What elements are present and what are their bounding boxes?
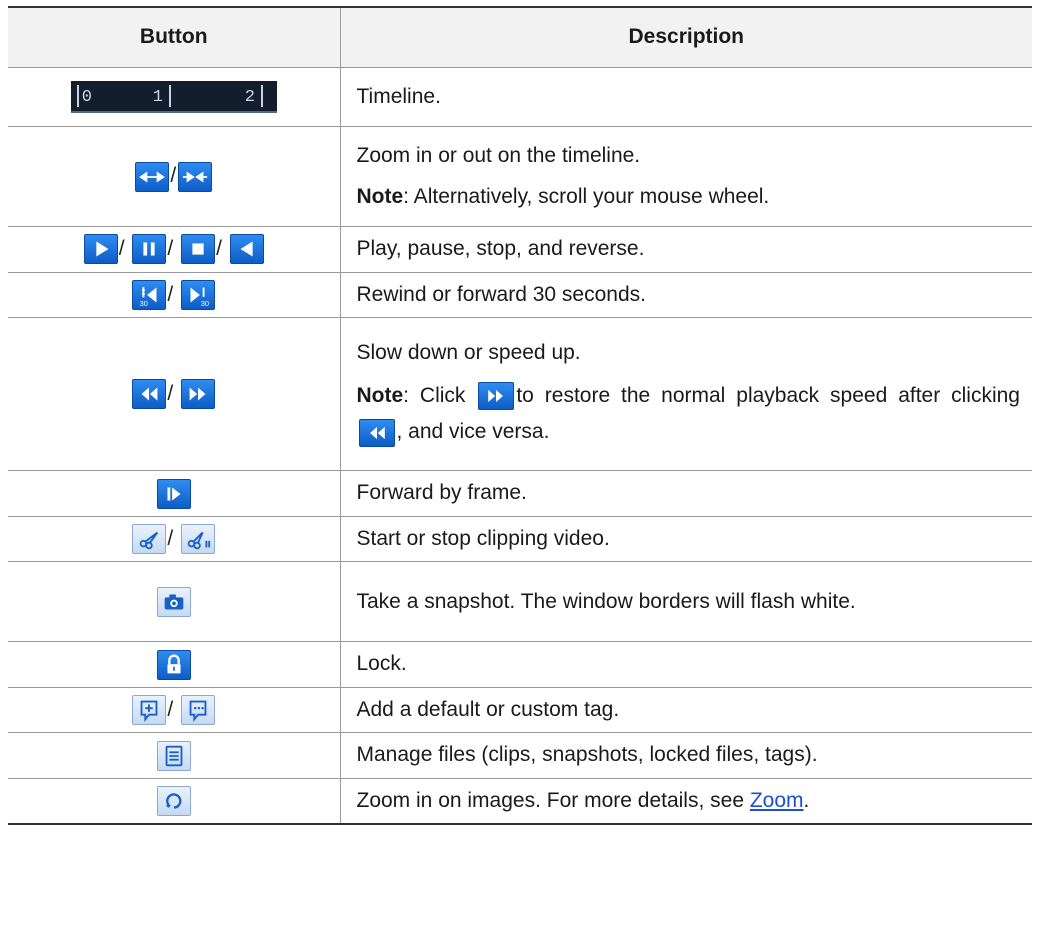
row-description: Timeline. [356, 84, 441, 108]
note-text: to restore the normal playback speed aft… [516, 383, 1020, 407]
row-description: Play, pause, stop, and reverse. [356, 237, 645, 260]
timeline-tick: 2 [244, 88, 255, 108]
table-row: / Add a default or custom tag. [8, 686, 1032, 734]
header-button: Button [8, 6, 341, 68]
frame-forward-icon[interactable] [156, 478, 191, 509]
rewind-30-icon[interactable]: 30 [132, 280, 167, 310]
zoom-image-icon[interactable] [156, 786, 191, 817]
separator-slash: / [167, 526, 174, 550]
table-row: / Start or stop clipping video. [8, 515, 1032, 563]
zoom-in-timeline-icon[interactable] [178, 161, 213, 192]
row-description-post: . [803, 788, 810, 812]
row-description: Slow down or speed up. [356, 341, 581, 365]
table-row: / Slow down or speed up. Note: Click to … [8, 317, 1032, 472]
separator-slash: / [216, 237, 222, 260]
table-row: Take a snapshot. The window borders will… [8, 561, 1032, 643]
camera-icon[interactable] [156, 586, 191, 617]
row-description: Take a snapshot. The window borders will… [356, 589, 856, 613]
row-description: Forward by frame. [356, 481, 527, 505]
default-tag-icon[interactable] [132, 695, 167, 726]
custom-tag-icon[interactable] [181, 695, 216, 726]
file-manage-icon[interactable] [156, 740, 191, 771]
note-label: Note [356, 383, 404, 407]
separator-slash: / [167, 381, 174, 405]
note-text: , and vice versa. [396, 420, 550, 444]
table-row: 0 1 2 Timeline. [8, 67, 1032, 127]
note-label: Note [356, 184, 404, 208]
clip-start-icon[interactable] [132, 524, 167, 555]
separator-slash: / [118, 237, 125, 260]
separator-slash: / [167, 697, 174, 721]
badge-30: 30 [140, 299, 148, 308]
slow-down-icon[interactable] [132, 379, 167, 410]
table-row: Forward by frame. [8, 470, 1032, 517]
badge-30: 30 [201, 299, 209, 308]
pause-icon[interactable] [132, 234, 167, 265]
row-description: Zoom in on images. For more details, see… [357, 785, 1021, 818]
reverse-icon[interactable] [229, 234, 264, 265]
button-description-table: Button Description 0 1 2 Timeline. / Zoo… [8, 6, 1032, 826]
play-icon[interactable] [83, 234, 118, 265]
row-description: Zoom in or out on the timeline. [356, 143, 641, 167]
table-row: Lock. [8, 641, 1032, 688]
timeline-tick: 0 [81, 88, 92, 108]
zoom-out-timeline-icon[interactable] [135, 161, 170, 192]
lock-icon[interactable] [156, 649, 191, 680]
row-description: Manage files (clips, snapshots, locked f… [356, 743, 818, 767]
slow-down-icon[interactable] [358, 418, 395, 447]
separator-slash: / [167, 237, 174, 260]
forward-30-icon[interactable]: 30 [181, 280, 216, 310]
timeline-bar[interactable]: 0 1 2 [70, 81, 277, 114]
zoom-link[interactable]: Zoom [750, 789, 804, 812]
note-text: : Click [403, 383, 466, 407]
speed-up-icon[interactable] [181, 379, 216, 410]
row-description: Add a default or custom tag. [356, 697, 620, 721]
table-row: / / / Play, pause, stop, and reverse. [8, 226, 1032, 273]
table-row: 30 / 30 Rewind or forward 30 seconds. [8, 271, 1032, 319]
row-description: Start or stop clipping video. [356, 526, 610, 550]
timeline-tick: 1 [152, 88, 163, 108]
row-description: Lock. [356, 652, 407, 676]
table-row: / Zoom in or out on the timeline. Note: … [8, 126, 1032, 227]
separator-slash: / [167, 282, 174, 306]
stop-icon[interactable] [181, 234, 216, 265]
table-row: Zoom in on images. For more details, see… [8, 777, 1032, 826]
row-description-text: Zoom in on images. For more details, see [356, 788, 750, 812]
row-description: Rewind or forward 30 seconds. [356, 282, 646, 306]
speed-up-icon[interactable] [478, 382, 515, 411]
separator-slash: / [170, 164, 177, 188]
header-description: Description [339, 6, 1032, 68]
note-text: : Alternatively, scroll your mouse wheel… [403, 184, 770, 208]
table-row: Manage files (clips, snapshots, locked f… [8, 732, 1032, 779]
clip-stop-icon[interactable] [181, 524, 216, 555]
